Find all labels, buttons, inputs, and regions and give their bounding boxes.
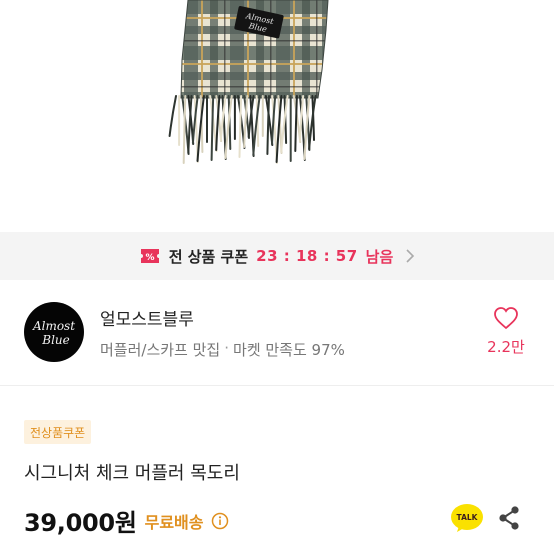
product-detail-page: Almost Blue % 전 상품 쿠폰 23 : 18 : 57 남음 Al… xyxy=(0,0,554,554)
coupon-ticket-icon: % xyxy=(140,249,159,263)
shop-logo-line2: Blue xyxy=(41,333,70,347)
like-count: 2.2만 xyxy=(487,338,525,356)
shop-text: 얼모스트블루 머플러/스카프 맛집 · 마켓 만족도 97% xyxy=(100,305,345,360)
product-price: 39,000원 xyxy=(24,509,137,537)
shop-satisfaction: 마켓 만족도 97% xyxy=(233,340,345,359)
scarf-illustration: Almost Blue xyxy=(168,0,329,164)
heart-outline-icon xyxy=(494,307,518,330)
info-circle-icon[interactable] xyxy=(211,512,229,530)
shop-meta: 머플러/스카프 맛집 · 마켓 만족도 97% xyxy=(100,339,345,360)
coupon-timer-banner[interactable]: % 전 상품 쿠폰 23 : 18 : 57 남음 xyxy=(0,232,554,280)
svg-text:%: % xyxy=(145,253,154,263)
shop-info-row[interactable]: Almost Blue 얼모스트블루 머플러/스카프 맛집 · 마켓 만족도 9… xyxy=(0,280,554,384)
product-image[interactable]: Almost Blue xyxy=(0,0,554,232)
shop-name[interactable]: 얼모스트블루 xyxy=(100,305,345,330)
share-icon[interactable] xyxy=(496,504,522,532)
coupon-countdown: 23 : 18 : 57 xyxy=(256,247,358,265)
chevron-right-icon xyxy=(406,249,415,263)
free-shipping-label: 무료배송 xyxy=(144,512,204,532)
section-divider xyxy=(0,385,554,386)
meta-separator: · xyxy=(224,338,230,357)
price-row: 39,000원 무료배송 xyxy=(24,503,229,538)
shop-logo-mark: Almost Blue xyxy=(32,319,75,347)
coupon-badge: 전상품쿠폰 xyxy=(24,420,92,444)
scarf-fringe-strand xyxy=(168,95,177,137)
shop-logo[interactable]: Almost Blue xyxy=(24,302,84,362)
coupon-remain-text: 남음 xyxy=(365,247,394,266)
product-title: 시그니처 체크 머플러 목도리 xyxy=(24,463,240,484)
shop-category: 머플러/스카프 맛집 xyxy=(100,340,221,359)
kakao-talk-button[interactable]: TALK xyxy=(450,502,484,534)
coupon-label: 전 상품 쿠폰 xyxy=(168,247,249,266)
kakao-talk-label: TALK xyxy=(457,513,479,522)
like-button[interactable]: 2.2만 xyxy=(482,306,530,357)
shop-logo-line1: Almost xyxy=(32,319,75,333)
